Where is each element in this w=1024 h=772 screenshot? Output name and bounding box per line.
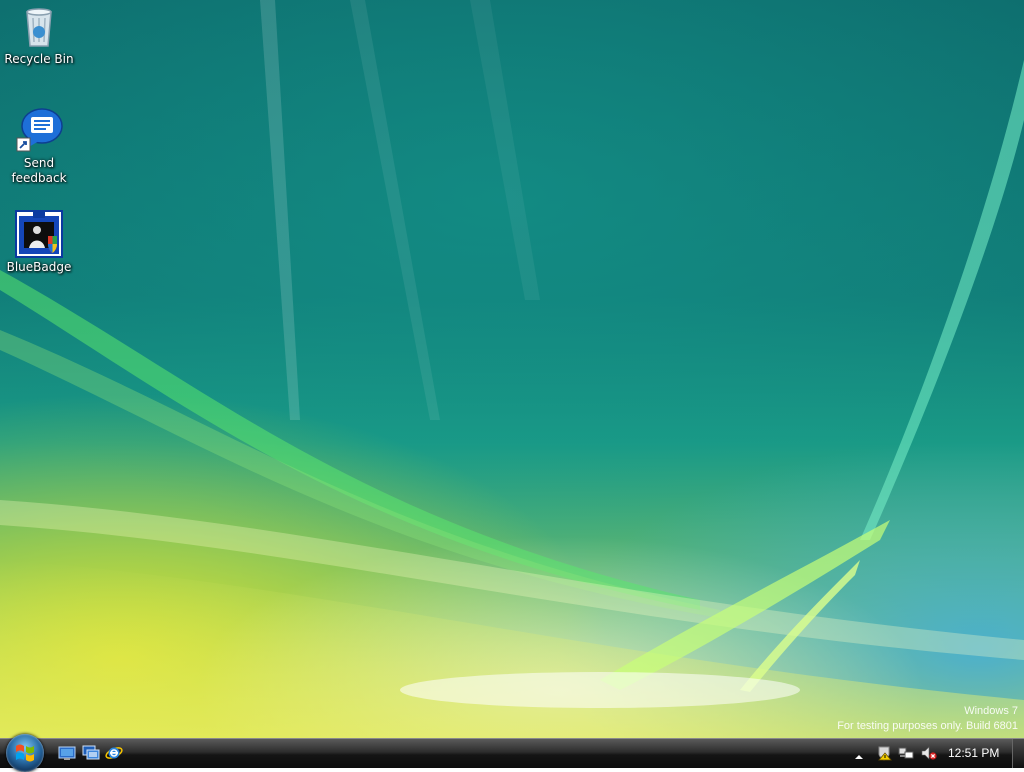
volume-tray[interactable] [921,745,937,761]
volume-muted-icon [921,746,937,760]
network-tray[interactable] [898,745,914,761]
windows-logo-icon [16,744,34,762]
desktop-icon-label: Recycle Bin [4,52,74,66]
action-center-warning-icon [878,746,892,761]
desktop-icon-bluebadge[interactable]: BlueBadge [1,210,77,275]
clock[interactable]: 12:51 PM [948,746,999,760]
notification-area: 12:51 PM [844,739,1024,768]
show-desktop-icon [58,746,76,760]
watermark-title: Windows 7 [964,705,1018,717]
wallpaper [0,0,1024,738]
quick-launch-switch-windows[interactable] [82,744,100,762]
show-desktop-button[interactable] [1012,739,1024,768]
desktop[interactable]: Recycle Bin Send feedback BlueBadge Wind… [0,0,1024,738]
quick-launch-internet-explorer[interactable] [105,744,123,762]
start-button[interactable] [6,734,44,772]
desktop-icon-recycle-bin[interactable]: Recycle Bin [1,2,77,67]
taskbar[interactable]: 12:51 PM [0,734,1024,772]
internet-explorer-icon [105,747,123,759]
action-center-tray[interactable] [876,745,892,761]
watermark-build: For testing purposes only. Build 6801 [837,720,1018,732]
bluebadge-icon [15,210,63,258]
quick-launch-show-desktop[interactable] [58,744,76,762]
desktop-icon-label: Send feedback [11,156,67,185]
network-icon [898,747,914,759]
show-hidden-icons-button[interactable] [853,747,869,763]
build-watermark: Windows 7 For testing purposes only. Bui… [837,704,1018,734]
show-hidden-icons-arrow-icon [855,755,863,759]
feedback-bubble-icon [15,106,63,154]
desktop-icon-send-feedback[interactable]: Send feedback [1,106,77,186]
desktop-icon-label: BlueBadge [6,260,72,274]
switch-windows-icon [82,745,100,760]
recycle-bin-icon [15,2,63,50]
